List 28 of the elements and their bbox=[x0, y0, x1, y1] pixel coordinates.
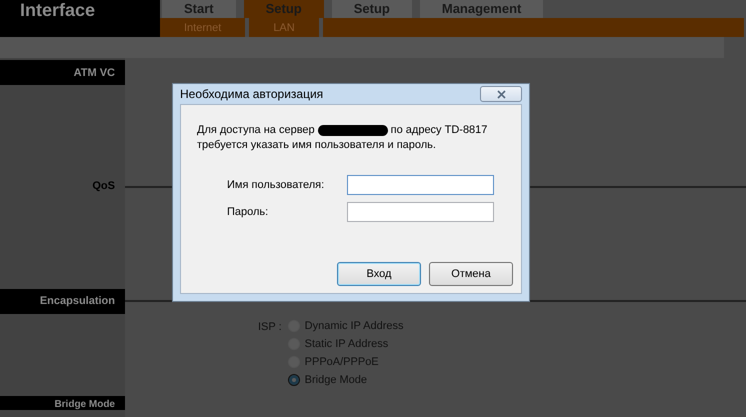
redaction-mark bbox=[318, 125, 388, 136]
message-text: Для доступа на сервер bbox=[197, 123, 315, 138]
field-label: Имя пользователя: bbox=[226, 179, 326, 191]
brand-title: Interface bbox=[0, 0, 160, 37]
message-text: требуется указать имя пользователя и пароль. bbox=[197, 138, 437, 153]
radio-label: Dynamic IP Address bbox=[304, 320, 404, 332]
section-header: Encapsulation bbox=[0, 288, 125, 314]
close-button[interactable] bbox=[480, 86, 522, 102]
radio-label: Bridge Mode bbox=[304, 374, 368, 386]
nav-tab[interactable]: Setup bbox=[244, 0, 324, 18]
dialog-button[interactable]: Отмена bbox=[429, 262, 513, 286]
isp-label: ISP : bbox=[258, 321, 282, 335]
radio-button[interactable] bbox=[288, 374, 300, 386]
close-icon bbox=[496, 90, 506, 98]
radio-label: Static IP Address bbox=[304, 338, 388, 350]
nav-tab[interactable]: Start bbox=[162, 0, 236, 18]
section-header: Bridge Mode bbox=[0, 396, 125, 410]
section-header: ATM VC bbox=[0, 60, 125, 85]
field-label: Пароль: bbox=[226, 206, 270, 218]
dialog-title: Необходима авторизация bbox=[180, 87, 324, 101]
message-text: по адресу TD-8817 bbox=[390, 123, 488, 138]
input-field[interactable] bbox=[347, 202, 494, 222]
radio-label: PPPoA/PPPoE bbox=[304, 356, 379, 368]
input-field[interactable] bbox=[347, 175, 494, 195]
nav-tab[interactable]: Management bbox=[420, 0, 544, 18]
nav-tab[interactable]: Setup bbox=[332, 0, 412, 18]
dialog-button[interactable]: Вход bbox=[337, 262, 421, 286]
section-label: QoS bbox=[91, 180, 116, 192]
